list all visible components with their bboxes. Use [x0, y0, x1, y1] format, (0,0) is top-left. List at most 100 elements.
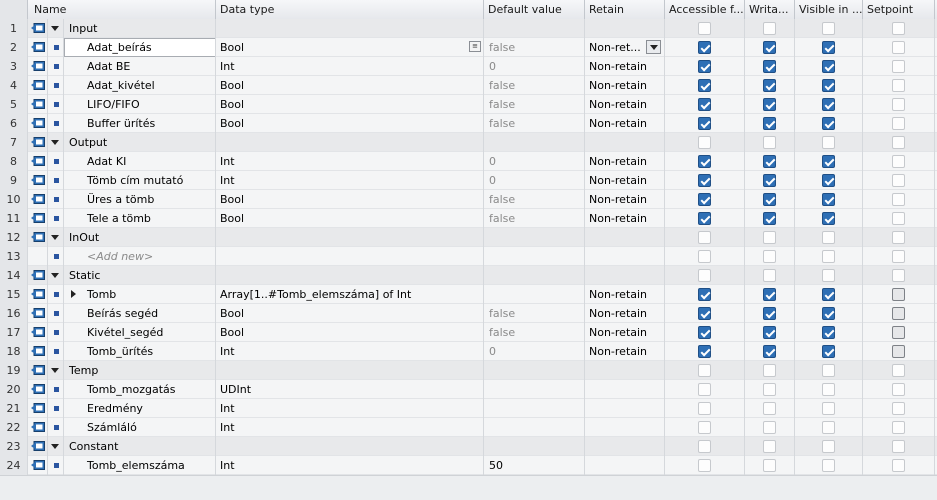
variable-name[interactable]: Tomb_mozgatás	[87, 380, 176, 399]
section-row[interactable]: 7 Output	[0, 133, 937, 152]
row-number[interactable]: 3	[0, 57, 28, 76]
row-tree-cell[interactable]	[48, 19, 64, 38]
accessible-checkbox[interactable]	[698, 440, 711, 453]
setpoint-checkbox[interactable]	[892, 155, 905, 168]
table-row[interactable]: 8 Adat KI Int 0 Non-retain	[0, 152, 937, 171]
visible-checkbox[interactable]	[822, 60, 835, 73]
writable-checkbox[interactable]	[763, 136, 776, 149]
retain-cell[interactable]	[585, 361, 665, 380]
data-type-cell[interactable]	[216, 247, 484, 266]
visible-checkbox[interactable]	[822, 117, 835, 130]
column-header-name[interactable]: Name	[28, 0, 216, 19]
name-cell[interactable]: Static	[64, 266, 216, 285]
visible-checkbox[interactable]	[822, 421, 835, 434]
writable-checkbox[interactable]	[763, 60, 776, 73]
visible-checkbox[interactable]	[822, 79, 835, 92]
table-row[interactable]: 3 Adat BE Int 0 Non-retain	[0, 57, 937, 76]
accessible-checkbox[interactable]	[698, 155, 711, 168]
accessible-checkbox[interactable]	[698, 383, 711, 396]
retain-cell[interactable]: Non-retain	[585, 190, 665, 209]
collapse-triangle-icon[interactable]	[51, 140, 59, 145]
data-type-cell[interactable]: Int	[216, 399, 484, 418]
accessible-checkbox[interactable]	[698, 60, 711, 73]
visible-checkbox[interactable]	[822, 98, 835, 111]
data-type-cell[interactable]: Int	[216, 456, 484, 475]
name-cell[interactable]: Tomb_elemszáma	[64, 456, 216, 475]
visible-checkbox[interactable]	[822, 174, 835, 187]
accessible-checkbox[interactable]	[698, 41, 711, 54]
visible-checkbox[interactable]	[822, 307, 835, 320]
row-number[interactable]: 16	[0, 304, 28, 323]
visible-checkbox[interactable]	[822, 250, 835, 263]
row-number[interactable]: 12	[0, 228, 28, 247]
data-type-cell[interactable]	[216, 228, 484, 247]
default-value-cell[interactable]: false	[484, 304, 585, 323]
visible-checkbox[interactable]	[822, 212, 835, 225]
retain-cell[interactable]	[585, 133, 665, 152]
table-row[interactable]: 10 Üres a tömb Bool false Non-retain	[0, 190, 937, 209]
default-value-cell[interactable]: false	[484, 190, 585, 209]
name-cell[interactable]: Kivétel_segéd	[64, 323, 216, 342]
column-header-setpoint[interactable]: Setpoint	[863, 0, 935, 19]
default-value-cell[interactable]: 0	[484, 152, 585, 171]
data-type-cell[interactable]: Bool	[216, 304, 484, 323]
retain-cell[interactable]	[585, 247, 665, 266]
setpoint-checkbox[interactable]	[892, 307, 905, 320]
section-row[interactable]: 14 Static	[0, 266, 937, 285]
writable-checkbox[interactable]	[763, 22, 776, 35]
writable-checkbox[interactable]	[763, 155, 776, 168]
visible-checkbox[interactable]	[822, 402, 835, 415]
row-number[interactable]: 11	[0, 209, 28, 228]
default-value-cell[interactable]	[484, 399, 585, 418]
default-value-cell[interactable]: 0	[484, 171, 585, 190]
table-row[interactable]: 5 LIFO/FIFO Bool false Non-retain	[0, 95, 937, 114]
variable-name[interactable]: Tömb cím mutató	[87, 171, 183, 190]
accessible-checkbox[interactable]	[698, 117, 711, 130]
accessible-checkbox[interactable]	[698, 421, 711, 434]
table-row[interactable]: 24 Tomb_elemszáma Int 50	[0, 456, 937, 475]
default-value-cell[interactable]	[484, 228, 585, 247]
writable-checkbox[interactable]	[763, 231, 776, 244]
table-row[interactable]: 15 Tomb Array[1..#Tomb_elemszáma] of Int No…	[0, 285, 937, 304]
data-type-cell[interactable]: Bool	[216, 323, 484, 342]
row-number[interactable]: 13	[0, 247, 28, 266]
accessible-checkbox[interactable]	[698, 22, 711, 35]
visible-checkbox[interactable]	[822, 22, 835, 35]
setpoint-checkbox[interactable]	[892, 459, 905, 472]
writable-checkbox[interactable]	[763, 364, 776, 377]
setpoint-checkbox[interactable]	[892, 174, 905, 187]
collapse-triangle-icon[interactable]	[51, 444, 59, 449]
setpoint-checkbox[interactable]	[892, 60, 905, 73]
accessible-checkbox[interactable]	[698, 326, 711, 339]
default-value-cell[interactable]: false	[484, 38, 585, 57]
add-new-placeholder[interactable]: <Add new>	[87, 247, 153, 266]
writable-checkbox[interactable]	[763, 117, 776, 130]
default-value-cell[interactable]: false	[484, 323, 585, 342]
row-tree-cell[interactable]	[48, 437, 64, 456]
row-number[interactable]: 8	[0, 152, 28, 171]
retain-cell[interactable]: Non-retain	[585, 285, 665, 304]
default-value-cell[interactable]	[484, 19, 585, 38]
setpoint-checkbox[interactable]	[892, 98, 905, 111]
visible-checkbox[interactable]	[822, 288, 835, 301]
variable-name[interactable]: Adat KI	[87, 152, 126, 171]
row-tree-cell[interactable]	[48, 228, 64, 247]
collapse-triangle-icon[interactable]	[51, 273, 59, 278]
retain-cell[interactable]	[585, 418, 665, 437]
column-header-visible[interactable]: Visible in ...	[795, 0, 863, 19]
row-number[interactable]: 9	[0, 171, 28, 190]
accessible-checkbox[interactable]	[698, 174, 711, 187]
default-value-cell[interactable]	[484, 266, 585, 285]
variable-name[interactable]: Adat_kivétel	[87, 76, 155, 95]
setpoint-checkbox[interactable]	[892, 193, 905, 206]
accessible-checkbox[interactable]	[698, 402, 711, 415]
visible-checkbox[interactable]	[822, 326, 835, 339]
data-type-cell[interactable]: Array[1..#Tomb_elemszáma] of Int	[216, 285, 484, 304]
row-number[interactable]: 15	[0, 285, 28, 304]
default-value-cell[interactable]: 0	[484, 342, 585, 361]
retain-cell[interactable]	[585, 19, 665, 38]
writable-checkbox[interactable]	[763, 41, 776, 54]
collapse-triangle-icon[interactable]	[51, 26, 59, 31]
retain-cell[interactable]: Non-retain	[585, 342, 665, 361]
setpoint-checkbox[interactable]	[892, 22, 905, 35]
